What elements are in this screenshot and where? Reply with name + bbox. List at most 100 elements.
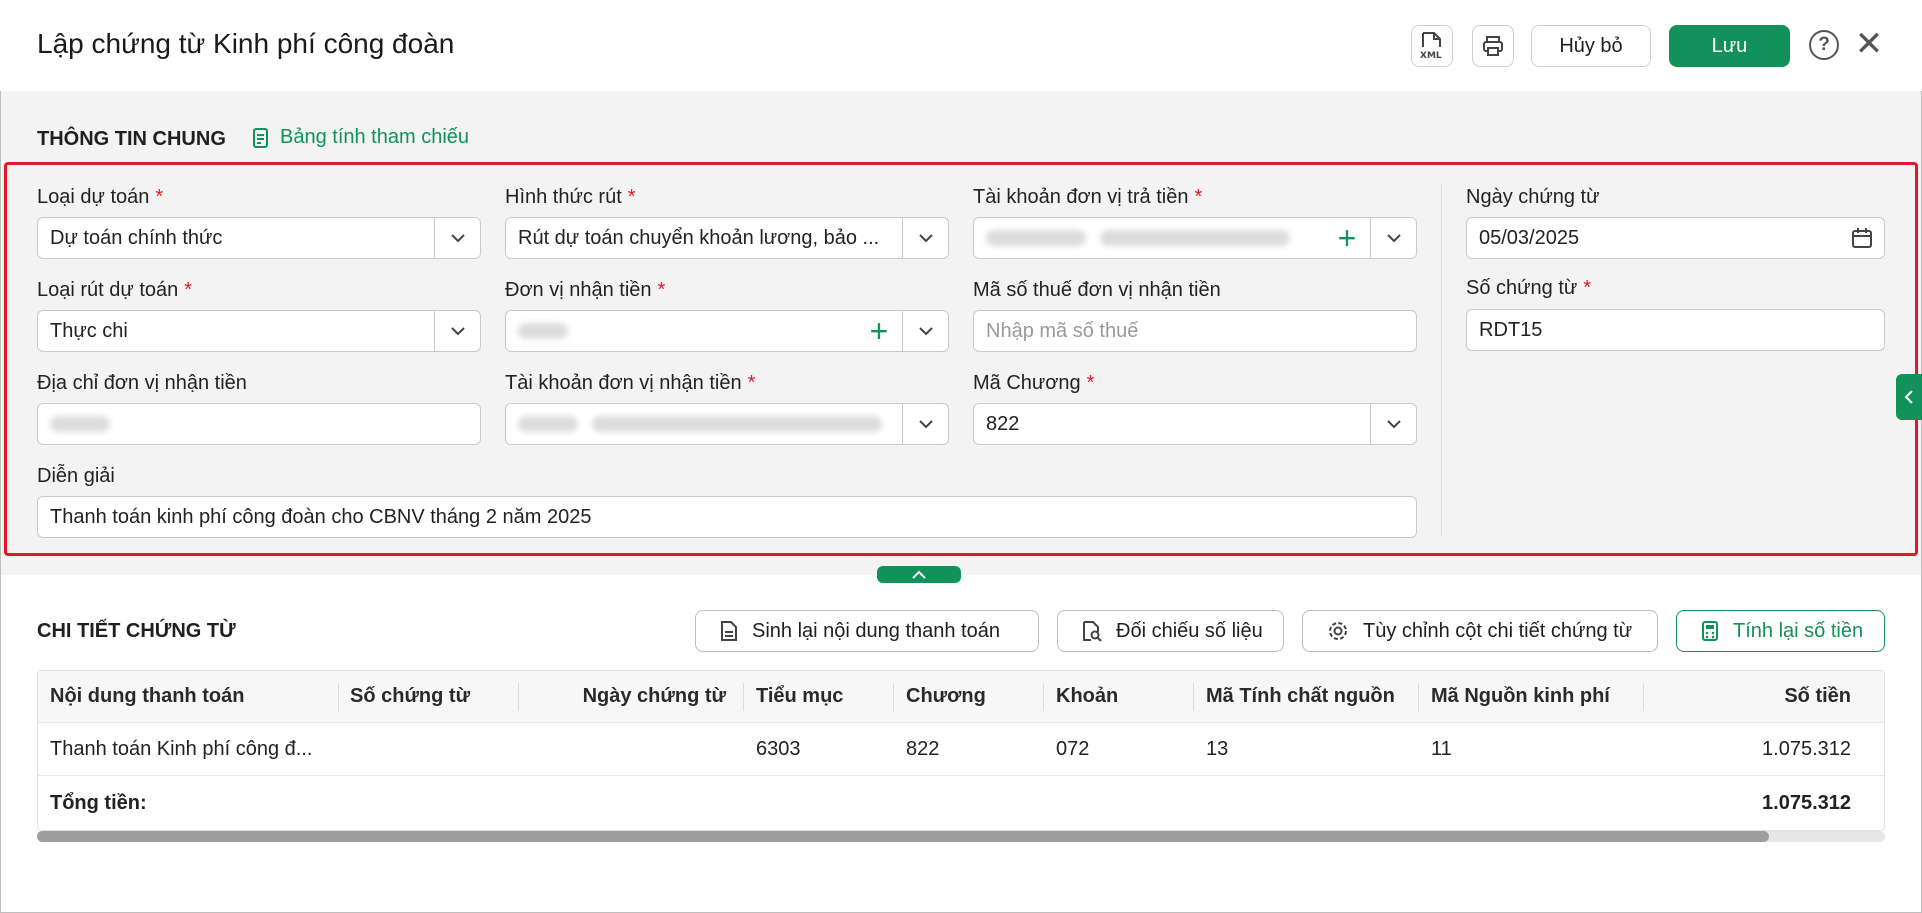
col-header-ngay-chung-tu[interactable]: Ngày chứng từ <box>518 671 738 722</box>
col-header-khoan[interactable]: Khoản <box>1056 671 1118 722</box>
scrollbar-thumb[interactable] <box>37 831 1769 842</box>
close-icon[interactable]: ✕ <box>1853 27 1885 61</box>
reconcile-button[interactable]: Đối chiếu số liệu <box>1057 610 1284 652</box>
col-header-noi-dung[interactable]: Nội dung thanh toán <box>50 671 244 722</box>
redacted-value <box>518 413 902 435</box>
dien-giai-value: Thanh toán kinh phí công đoàn cho CBNV t… <box>50 505 592 528</box>
details-section-title: CHI TIẾT CHỨNG TỪ <box>37 620 236 642</box>
regenerate-content-button[interactable]: Sinh lại nội dung thanh toán <box>695 610 1039 652</box>
calculator-icon <box>1702 621 1718 641</box>
col-header-ma-tinh-chat-nguon[interactable]: Mã Tính chất nguồn <box>1206 671 1395 722</box>
ma-chuong-select[interactable]: 822 <box>973 403 1417 445</box>
chevron-left-icon <box>1904 390 1913 404</box>
print-button[interactable] <box>1472 25 1514 67</box>
hinh-thuc-rut-select[interactable]: Rút dự toán chuyển khoản lương, bảo ... <box>505 217 949 259</box>
reconcile-label: Đối chiếu số liệu <box>1116 619 1263 642</box>
customize-columns-button[interactable]: Tùy chỉnh cột chi tiết chứng từ <box>1302 610 1658 652</box>
ma-so-thue-label: Mã số thuế đơn vị nhận tiền <box>973 279 1221 301</box>
loai-rut-du-toan-label: Loại rút dự toán * <box>37 279 193 301</box>
ngay-chung-tu-input[interactable]: 05/03/2025 <box>1466 217 1885 259</box>
ngay-chung-tu-label: Ngày chứng từ <box>1466 186 1600 208</box>
column-resize-handle[interactable] <box>893 683 894 711</box>
redacted-value <box>986 227 1324 249</box>
cell-ma-tinh-chat-nguon[interactable]: 13 <box>1206 723 1228 775</box>
col-header-ma-nguon-kinh-phi[interactable]: Mã Nguồn kinh phí <box>1431 671 1610 722</box>
cell-tieu-muc[interactable]: 6303 <box>756 723 801 775</box>
chevron-down-icon[interactable] <box>902 311 948 351</box>
dia-chi-label: Địa chỉ đơn vị nhận tiền <box>37 372 247 394</box>
column-resize-handle[interactable] <box>338 683 339 711</box>
table-total-row: Tổng tiền: 1.075.312 <box>38 776 1884 830</box>
total-value: 1.075.312 <box>1762 791 1851 814</box>
dialog-header: Lập chứng từ Kinh phí công đoàn XML Hủy … <box>0 0 1922 91</box>
tk-nhan-tien-select[interactable] <box>505 403 949 445</box>
calendar-icon[interactable] <box>1840 227 1884 249</box>
reference-sheet-label: Bảng tính tham chiếu <box>280 126 470 148</box>
add-icon[interactable]: + <box>856 311 902 351</box>
chevron-down-icon[interactable] <box>1370 218 1416 258</box>
reference-sheet-link[interactable]: Bảng tính tham chiếu <box>252 126 469 149</box>
recalculate-button[interactable]: Tính lại số tiền <box>1676 610 1885 652</box>
loai-rut-du-toan-value: Thực chi <box>50 319 128 342</box>
column-resize-handle[interactable] <box>1193 683 1194 711</box>
ma-chuong-label: Mã Chương * <box>973 372 1095 394</box>
printer-icon <box>1483 36 1503 56</box>
cell-ma-nguon-kinh-phi[interactable]: 11 <box>1431 723 1452 775</box>
tk-tra-tien-label: Tài khoản đơn vị trả tiền * <box>973 186 1203 208</box>
col-header-so-tien[interactable]: Số tiền <box>1643 671 1863 722</box>
save-button[interactable]: Lưu <box>1669 25 1790 67</box>
chevron-down-icon[interactable] <box>902 218 948 258</box>
chevron-down-icon[interactable] <box>1370 404 1416 444</box>
general-section-title: THÔNG TIN CHUNG <box>37 128 226 150</box>
loai-rut-du-toan-select[interactable]: Thực chi <box>37 310 481 352</box>
collapse-section-toggle[interactable] <box>877 566 961 583</box>
column-resize-handle[interactable] <box>743 683 744 711</box>
cancel-button[interactable]: Hủy bỏ <box>1531 25 1651 67</box>
loai-du-toan-select[interactable]: Dự toán chính thức <box>37 217 481 259</box>
so-chung-tu-input[interactable]: RDT15 <box>1466 309 1885 351</box>
loai-du-toan-value: Dự toán chính thức <box>50 226 223 249</box>
cell-noi-dung[interactable]: Thanh toán Kinh phí công đ... <box>50 723 312 775</box>
chevron-up-icon <box>912 570 926 579</box>
tk-tra-tien-select[interactable]: + <box>973 217 1417 259</box>
col-header-tieu-muc[interactable]: Tiểu mục <box>756 671 843 722</box>
cell-so-tien[interactable]: 1.075.312 <box>1643 723 1863 775</box>
gear-icon <box>1329 622 1347 640</box>
ngay-chung-tu-value: 05/03/2025 <box>1479 226 1580 249</box>
hinh-thuc-rut-value: Rút dự toán chuyển khoản lương, bảo ... <box>518 226 880 249</box>
customize-label: Tùy chỉnh cột chi tiết chứng từ <box>1363 619 1633 642</box>
add-icon[interactable]: + <box>1324 218 1370 258</box>
loai-du-toan-label: Loại dự toán * <box>37 186 164 208</box>
xml-file-icon: XML <box>1420 32 1442 61</box>
chevron-down-icon[interactable] <box>434 311 480 351</box>
tk-nhan-tien-label: Tài khoản đơn vị nhận tiền * <box>505 372 756 394</box>
col-header-so-chung-tu[interactable]: Số chứng từ <box>350 671 470 722</box>
column-resize-handle[interactable] <box>1043 683 1044 711</box>
table-row[interactable]: Thanh toán Kinh phí công đ... 6303 822 0… <box>38 723 1884 776</box>
regenerate-label: Sinh lại nội dung thanh toán <box>752 619 1000 642</box>
spreadsheet-icon <box>253 127 268 148</box>
total-label: Tổng tiền: <box>50 791 147 814</box>
chevron-down-icon[interactable] <box>434 218 480 258</box>
column-resize-handle[interactable] <box>1418 683 1419 711</box>
document-icon <box>721 621 737 641</box>
dia-chi-input[interactable] <box>37 403 481 445</box>
don-vi-nhan-tien-label: Đơn vị nhận tiền * <box>505 279 666 301</box>
table-header-row: Nội dung thanh toán Số chứng từ Ngày chứ… <box>38 671 1884 723</box>
horizontal-scrollbar[interactable] <box>37 831 1885 842</box>
help-icon[interactable]: ? <box>1809 30 1839 60</box>
hinh-thuc-rut-label: Hình thức rút * <box>505 186 636 208</box>
details-table: Nội dung thanh toán Số chứng từ Ngày chứ… <box>37 670 1885 831</box>
export-xml-button[interactable]: XML <box>1411 25 1453 67</box>
cell-khoan[interactable]: 072 <box>1056 723 1089 775</box>
side-panel-toggle[interactable] <box>1896 374 1922 420</box>
ma-so-thue-input[interactable]: Nhập mã số thuế <box>973 310 1417 352</box>
don-vi-nhan-tien-select[interactable]: + <box>505 310 949 352</box>
chevron-down-icon[interactable] <box>902 404 948 444</box>
dien-giai-input[interactable]: Thanh toán kinh phí công đoàn cho CBNV t… <box>37 496 1417 538</box>
cell-chuong[interactable]: 822 <box>906 723 939 775</box>
document-search-icon <box>1083 621 1102 642</box>
col-header-chuong[interactable]: Chương <box>906 671 986 722</box>
ma-chuong-value: 822 <box>986 412 1020 435</box>
so-chung-tu-label: Số chứng từ * <box>1466 277 1592 299</box>
